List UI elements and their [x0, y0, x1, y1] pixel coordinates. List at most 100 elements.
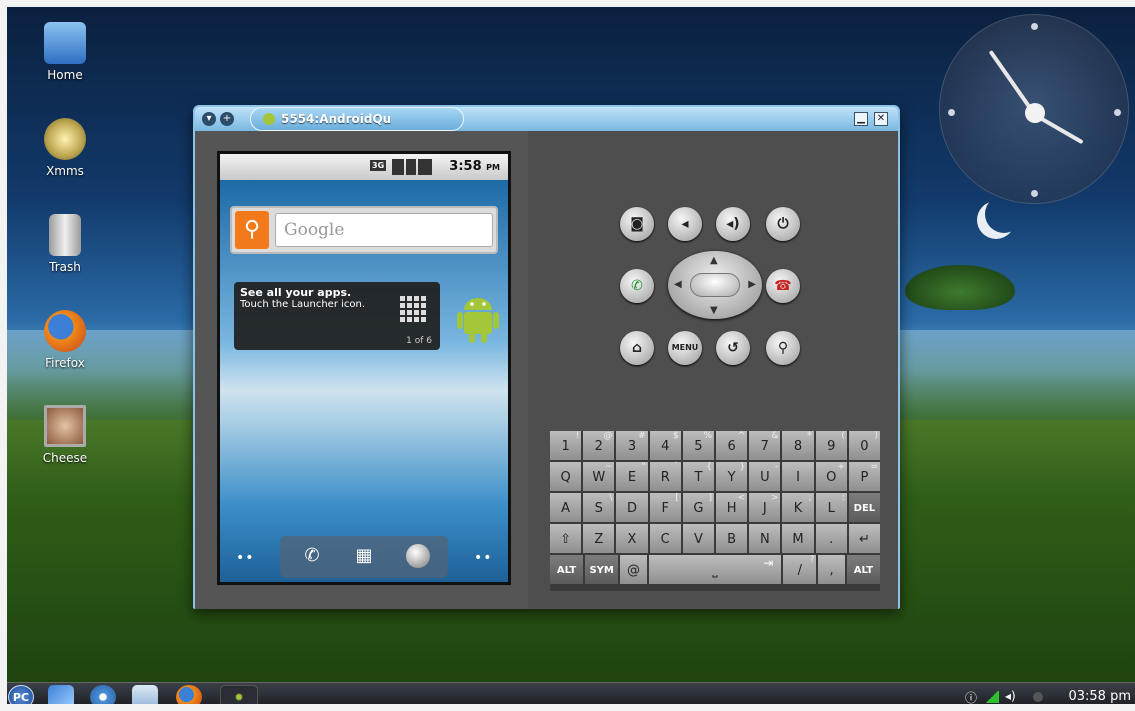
alt-key[interactable]: ALT [550, 555, 584, 584]
key-row1-0[interactable]: 1! [550, 431, 582, 460]
cheese-webcam-icon [44, 405, 86, 447]
key-row3-7[interactable]: K; [782, 493, 814, 522]
key-row3-1[interactable]: S \ [583, 493, 615, 522]
desktop-icon-trash[interactable]: Trash [30, 214, 100, 274]
key-row1-8[interactable]: 9( [815, 431, 847, 460]
key-row2-1[interactable]: W ~ [583, 462, 615, 491]
google-search-field[interactable]: Google [275, 213, 493, 247]
start-menu-button[interactable]: PC [8, 685, 34, 709]
key-row2-5[interactable]: Y} [716, 462, 748, 491]
key-row4-0[interactable]: ⇧ [550, 524, 582, 553]
dpad[interactable]: ▲ ▼ ◀ ▶ [668, 251, 762, 319]
key-row4-6[interactable]: N [749, 524, 781, 553]
key-row4-3[interactable]: C [649, 524, 681, 553]
key-row1-2[interactable]: 3 # [616, 431, 648, 460]
minimize-icon[interactable]: ▁ [854, 112, 868, 126]
launcher-tip-bubble[interactable]: See all your apps. Touch the Launcher ic… [234, 282, 440, 350]
key-row4-4[interactable]: V [682, 524, 715, 553]
show-desktop-icon[interactable] [48, 685, 74, 709]
key-row2-8[interactable]: O + [815, 462, 847, 491]
call-icon[interactable]: ✆ [620, 269, 654, 303]
camera-icon[interactable]: ◙ [620, 207, 654, 241]
key-row2-4[interactable]: T{ [682, 462, 715, 491]
window-titlebar[interactable]: ▾ + 5554:AndroidQu ▁ ✕ [195, 107, 898, 131]
notifications-icon[interactable] [1033, 692, 1043, 702]
info-icon[interactable]: ⓘ [965, 689, 977, 706]
dpad-left[interactable]: ◀ [674, 279, 682, 290]
file-manager-icon[interactable] [132, 685, 158, 709]
key-row1-7[interactable]: 8 * [782, 431, 814, 460]
desktop-icon-home[interactable]: Home [30, 22, 100, 82]
key-row4-9[interactable]: ↵ [848, 524, 881, 553]
dpad-right[interactable]: ▶ [748, 279, 756, 290]
key-row1-5[interactable]: 6 ^ [716, 431, 748, 460]
key-row1-4[interactable]: 5% [682, 431, 715, 460]
volume-down-icon[interactable]: ◂ [668, 207, 702, 241]
window-pin-icon[interactable]: + [220, 112, 234, 126]
key-row2-9[interactable]: P = [848, 462, 881, 491]
key-row3-4[interactable]: G] [682, 493, 715, 522]
key-row2-0[interactable]: Q [550, 462, 582, 491]
desktop-icon-cheese[interactable]: Cheese [30, 405, 100, 465]
android-screen[interactable]: 3G 3:58 PM ⚲ Google See all your apps. T… [217, 151, 511, 585]
network-signal-icon[interactable] [985, 691, 999, 703]
dpad-center[interactable] [690, 273, 740, 297]
end-call-icon[interactable]: ☎ [766, 269, 800, 303]
dpad-up[interactable]: ▲ [710, 255, 718, 266]
key-row1-6[interactable]: 7 & [749, 431, 781, 460]
key-row2-2[interactable]: E " [616, 462, 648, 491]
clock-center [1025, 103, 1045, 123]
sym-key[interactable]: SYM [585, 555, 619, 584]
taskbar-emulator-task[interactable]: ✹ [220, 685, 258, 709]
desktop-icon-firefox[interactable]: Firefox [30, 310, 100, 370]
browser-globe-icon[interactable] [406, 544, 430, 568]
alt-key-right[interactable]: ALT [846, 555, 880, 584]
key-row3-2[interactable]: D [616, 493, 648, 522]
desktop-icon-xmms[interactable]: Xmms [30, 118, 100, 178]
key-row3-3[interactable]: F[ [649, 493, 681, 522]
space-key[interactable]: ⎵ ⇥ [648, 555, 782, 584]
key-row3-0[interactable]: A [550, 493, 582, 522]
dock-right-dots[interactable]: •• [474, 550, 493, 566]
key-row4-7[interactable]: M [782, 524, 814, 553]
desktop-clock-widget [939, 14, 1129, 204]
key-row3-5[interactable]: H < [716, 493, 748, 522]
back-icon[interactable]: ↺ [716, 331, 750, 365]
key-row4-5[interactable]: B [716, 524, 748, 553]
power-icon[interactable]: ⏻ [766, 207, 800, 241]
firefox-icon[interactable] [176, 685, 202, 709]
key-row2-3[interactable]: R ` [649, 462, 681, 491]
key-row3-6[interactable]: J > [749, 493, 781, 522]
launcher-grid-icon [400, 296, 428, 324]
taskbar-clock[interactable]: 03:58 pm [1068, 689, 1131, 704]
key-row4-8[interactable]: . [815, 524, 847, 553]
volume-icon[interactable]: ◂) [1005, 689, 1016, 703]
window-menu-icon[interactable]: ▾ [202, 112, 216, 126]
dpad-down[interactable]: ▼ [710, 305, 718, 316]
key-row1-9[interactable]: 0) [848, 431, 881, 460]
window-title-tab[interactable]: 5554:AndroidQu [250, 107, 464, 131]
search-icon[interactable]: ⚲ [235, 211, 269, 249]
key-row3-8[interactable]: L: [815, 493, 847, 522]
key-row2-7[interactable]: I [782, 462, 814, 491]
comma-key[interactable]: , [818, 555, 845, 584]
android-status-bar: 3G 3:58 PM [220, 154, 508, 180]
phone-icon[interactable]: ✆ [300, 544, 324, 568]
slash-key[interactable]: /? [783, 555, 817, 584]
key-row3-9[interactable]: DEL [848, 493, 881, 522]
close-icon[interactable]: ✕ [874, 112, 888, 126]
google-search-widget[interactable]: ⚲ Google [230, 206, 498, 254]
key-row4-2[interactable]: X [616, 524, 648, 553]
menu-button[interactable]: MENU [668, 331, 702, 365]
home-icon[interactable]: ⌂ [620, 331, 654, 365]
key-row4-1[interactable]: Z [583, 524, 615, 553]
dock-left-dots[interactable]: •• [236, 550, 255, 566]
key-row1-1[interactable]: 2 @ [583, 431, 615, 460]
key-row2-6[interactable]: U- [749, 462, 781, 491]
at-key[interactable]: @ [620, 555, 647, 584]
launcher-grid-icon[interactable]: ▦ [352, 544, 376, 568]
volume-up-icon[interactable]: ◂) [716, 207, 750, 241]
browser-icon[interactable] [90, 685, 116, 709]
key-row1-3[interactable]: 4 $ [649, 431, 681, 460]
search-icon[interactable]: ⚲ [766, 331, 800, 365]
